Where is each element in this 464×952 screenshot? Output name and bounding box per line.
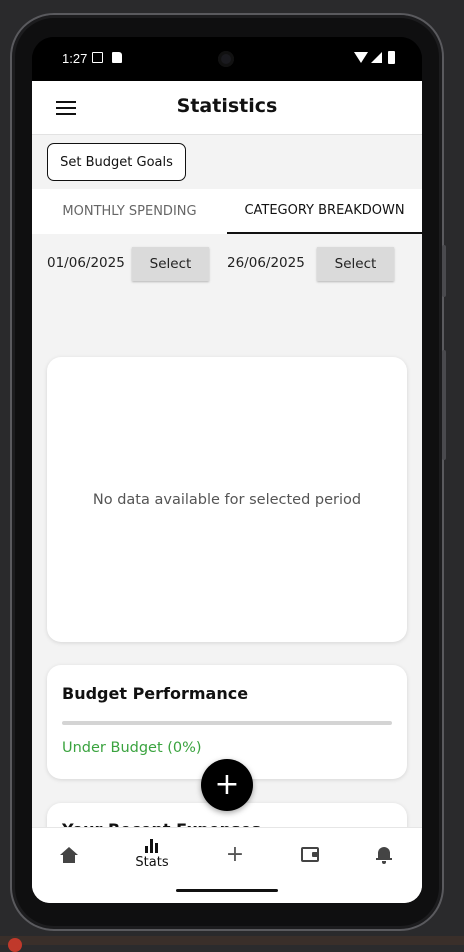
- budget-status-text: Under Budget (0%): [62, 740, 202, 756]
- tab-category-breakdown[interactable]: CATEGORY BREAKDOWN: [227, 189, 422, 234]
- add-icon: +: [225, 841, 245, 867]
- taskbar-strip: [0, 936, 464, 945]
- volume-button: [442, 350, 446, 460]
- tab-monthly-spending[interactable]: MONTHLY SPENDING: [32, 189, 227, 234]
- category-chart-card: No data available for selected period: [47, 357, 407, 642]
- taskbar-app-icon: [8, 938, 22, 952]
- nav-stats[interactable]: Stats: [122, 828, 182, 881]
- start-date-value: 01/06/2025: [47, 255, 125, 271]
- power-button: [442, 245, 446, 297]
- page-title: Statistics: [176, 95, 278, 117]
- notification-bell-icon: [376, 846, 392, 864]
- sd-card-icon: [112, 52, 122, 63]
- status-bar: 1:27: [32, 37, 422, 81]
- end-date-value: 26/06/2025: [227, 255, 305, 271]
- battery-icon: [388, 51, 395, 64]
- bottom-navigation: Stats +: [32, 827, 422, 880]
- wallet-icon: [301, 847, 319, 862]
- empty-state-message: No data available for selected period: [92, 491, 362, 508]
- budget-progress-bar: [62, 721, 392, 725]
- cell-signal-icon: [371, 52, 382, 63]
- home-icon: [60, 846, 78, 863]
- plus-icon: +: [214, 767, 240, 802]
- gesture-navigation-area: [32, 880, 422, 903]
- phone-screen: 1:27 Statistics Set Budget Goals MONTHLY…: [32, 37, 422, 903]
- nav-home[interactable]: [39, 828, 99, 881]
- wifi-icon: [354, 52, 368, 63]
- nav-notifications[interactable]: [354, 828, 414, 881]
- status-time: 1:27: [62, 51, 88, 66]
- home-gesture-bar[interactable]: [176, 889, 278, 892]
- sim-card-icon: [92, 52, 103, 63]
- nav-add[interactable]: +: [205, 828, 265, 881]
- tab-bar: MONTHLY SPENDING CATEGORY BREAKDOWN: [32, 189, 422, 234]
- app-content: Statistics Set Budget Goals MONTHLY SPEN…: [32, 81, 422, 903]
- budget-performance-title: Budget Performance: [62, 684, 249, 703]
- bar-chart-icon: [144, 839, 160, 853]
- select-end-date-button[interactable]: Select: [317, 247, 394, 281]
- nav-wallet[interactable]: [280, 828, 340, 881]
- nav-stats-label: Stats: [135, 855, 169, 870]
- top-app-bar: Statistics: [32, 81, 422, 135]
- front-camera: [218, 51, 234, 67]
- select-start-date-button[interactable]: Select: [132, 247, 209, 281]
- add-expense-fab[interactable]: +: [201, 759, 253, 811]
- set-budget-goals-button[interactable]: Set Budget Goals: [47, 143, 186, 181]
